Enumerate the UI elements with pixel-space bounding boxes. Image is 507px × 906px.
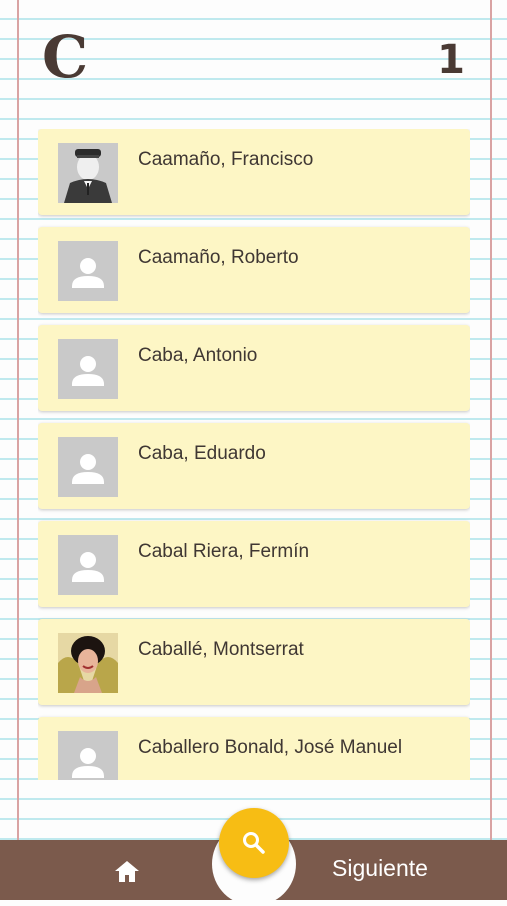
home-icon[interactable]	[112, 857, 142, 885]
notebook-margin-right	[490, 0, 492, 900]
person-card[interactable]: Caba, Eduardo	[38, 423, 470, 509]
search-button[interactable]	[219, 808, 289, 878]
avatar-placeholder-icon	[58, 535, 118, 595]
person-card[interactable]: Caamaño, Roberto	[38, 227, 470, 313]
person-name: Caballero Bonald, José Manuel	[138, 737, 403, 758]
avatar-placeholder-icon	[58, 437, 118, 497]
person-photo	[58, 633, 118, 693]
person-list[interactable]: Caamaño, Francisco Caamaño, Roberto Caba…	[38, 129, 470, 780]
person-name: Caamaño, Roberto	[138, 247, 299, 268]
person-card[interactable]: Caballero Bonald, José Manuel	[38, 717, 470, 780]
person-name: Caballé, Montserrat	[138, 639, 304, 660]
person-name: Caba, Eduardo	[138, 443, 266, 464]
person-name: Caba, Antonio	[138, 345, 258, 366]
person-card[interactable]: Caballé, Montserrat	[38, 619, 470, 705]
person-card[interactable]: Cabal Riera, Fermín	[38, 521, 470, 607]
search-icon	[243, 832, 265, 854]
person-name: Caamaño, Francisco	[138, 149, 314, 170]
person-photo	[58, 143, 118, 203]
avatar-placeholder-icon	[58, 339, 118, 399]
person-card[interactable]: Caba, Antonio	[38, 325, 470, 411]
next-button[interactable]: Siguiente	[320, 855, 440, 882]
avatar-placeholder-icon	[58, 241, 118, 301]
page-number: 1	[437, 37, 465, 83]
notebook-margin-left	[17, 0, 19, 900]
avatar-placeholder-icon	[58, 731, 118, 780]
person-name: Cabal Riera, Fermín	[138, 541, 310, 562]
section-letter: C	[42, 23, 89, 91]
person-card[interactable]: Caamaño, Francisco	[38, 129, 470, 215]
